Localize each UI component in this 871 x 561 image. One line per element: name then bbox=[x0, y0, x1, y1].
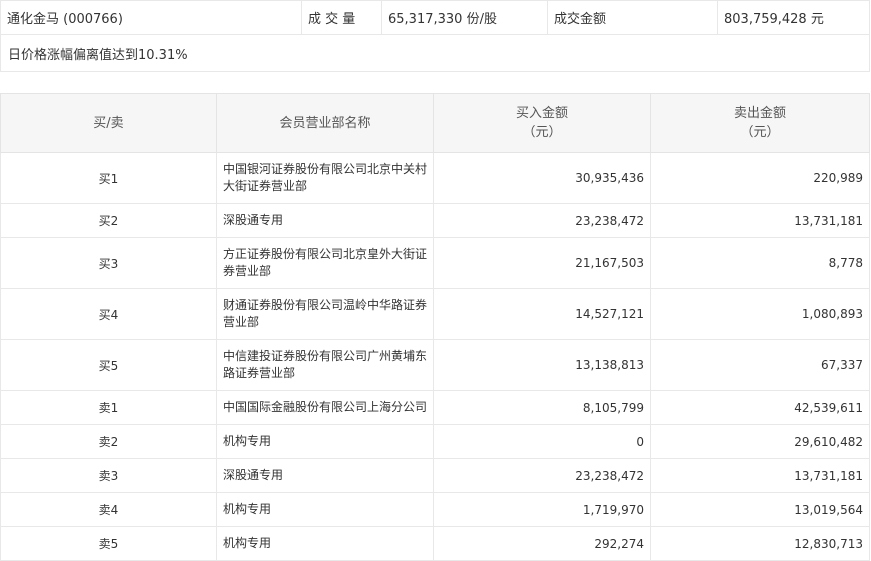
summary-table: 通化金马 (000766) 成 交 量 65,317,330 份/股 成交金额 … bbox=[0, 0, 870, 72]
table-row: 买1 中国银河证券股份有限公司北京中关村大街证券营业部 30,935,436 2… bbox=[0, 152, 870, 204]
table-row: 卖5 机构专用 292,274 12,830,713 bbox=[0, 526, 870, 561]
buy-amount-cell: 13,138,813 bbox=[433, 339, 651, 391]
header-sell-line1: 卖出金额 bbox=[733, 106, 786, 121]
buy-amount-cell: 14,527,121 bbox=[433, 288, 651, 340]
header-buy-line1: 买入金额 bbox=[515, 106, 568, 121]
buy-amount-cell: 292,274 bbox=[433, 526, 651, 561]
side-cell: 买3 bbox=[0, 237, 217, 289]
header-broker: 会员营业部名称 bbox=[216, 93, 434, 153]
sell-amount-cell: 12,830,713 bbox=[650, 526, 870, 561]
side-cell: 卖3 bbox=[0, 458, 217, 493]
buy-amount-cell: 1,719,970 bbox=[433, 492, 651, 527]
side-cell: 买5 bbox=[0, 339, 217, 391]
broker-cell: 财通证券股份有限公司温岭中华路证券营业部 bbox=[216, 288, 434, 340]
header-buy-amount: 买入金额 （元） bbox=[433, 93, 651, 153]
buy-amount-cell: 0 bbox=[433, 424, 651, 459]
table-header-row: 买/卖 会员营业部名称 买入金额 （元） 卖出金额 （元） bbox=[0, 93, 870, 153]
buy-amount-cell: 23,238,472 bbox=[433, 203, 651, 238]
header-side: 买/卖 bbox=[0, 93, 217, 153]
sell-amount-cell: 13,019,564 bbox=[650, 492, 870, 527]
table-row: 买5 中信建投证券股份有限公司广州黄埔东路证券营业部 13,138,813 67… bbox=[0, 339, 870, 391]
summary-row: 通化金马 (000766) 成 交 量 65,317,330 份/股 成交金额 … bbox=[0, 0, 870, 35]
table-row: 买2 深股通专用 23,238,472 13,731,181 bbox=[0, 203, 870, 238]
broker-cell: 方正证券股份有限公司北京皇外大街证券营业部 bbox=[216, 237, 434, 289]
buy-amount-cell: 21,167,503 bbox=[433, 237, 651, 289]
header-sell-line2: （元） bbox=[740, 125, 780, 140]
volume-value: 65,317,330 份/股 bbox=[381, 0, 548, 35]
header-buy-line2: （元） bbox=[522, 125, 562, 140]
broker-cell: 深股通专用 bbox=[216, 203, 434, 238]
header-sell-amount: 卖出金额 （元） bbox=[650, 93, 870, 153]
table-row: 卖1 中国国际金融股份有限公司上海分公司 8,105,799 42,539,61… bbox=[0, 390, 870, 425]
side-cell: 卖2 bbox=[0, 424, 217, 459]
broker-cell: 中国国际金融股份有限公司上海分公司 bbox=[216, 390, 434, 425]
volume-label: 成 交 量 bbox=[301, 0, 382, 35]
side-cell: 卖4 bbox=[0, 492, 217, 527]
sell-amount-cell: 220,989 bbox=[650, 152, 870, 204]
side-cell: 买4 bbox=[0, 288, 217, 340]
broker-trades-table: 买/卖 会员营业部名称 买入金额 （元） 卖出金额 （元） 买1 中国银河证券股… bbox=[0, 93, 870, 561]
sell-amount-cell: 29,610,482 bbox=[650, 424, 870, 459]
sell-amount-cell: 42,539,611 bbox=[650, 390, 870, 425]
broker-cell: 机构专用 bbox=[216, 424, 434, 459]
sell-amount-cell: 13,731,181 bbox=[650, 458, 870, 493]
amount-label: 成交金额 bbox=[547, 0, 718, 35]
sell-amount-cell: 67,337 bbox=[650, 339, 870, 391]
broker-cell: 机构专用 bbox=[216, 526, 434, 561]
sell-amount-cell: 8,778 bbox=[650, 237, 870, 289]
side-cell: 买1 bbox=[0, 152, 217, 204]
reason-row: 日价格涨幅偏离值达到10.31% bbox=[0, 34, 870, 72]
buy-amount-cell: 30,935,436 bbox=[433, 152, 651, 204]
side-cell: 卖1 bbox=[0, 390, 217, 425]
broker-cell: 中国银河证券股份有限公司北京中关村大街证券营业部 bbox=[216, 152, 434, 204]
stock-name: 通化金马 (000766) bbox=[0, 0, 302, 35]
amount-value: 803,759,428 元 bbox=[717, 0, 870, 35]
sell-amount-cell: 13,731,181 bbox=[650, 203, 870, 238]
table-row: 买4 财通证券股份有限公司温岭中华路证券营业部 14,527,121 1,080… bbox=[0, 288, 870, 340]
table-row: 卖4 机构专用 1,719,970 13,019,564 bbox=[0, 492, 870, 527]
broker-cell: 中信建投证券股份有限公司广州黄埔东路证券营业部 bbox=[216, 339, 434, 391]
side-cell: 卖5 bbox=[0, 526, 217, 561]
buy-amount-cell: 8,105,799 bbox=[433, 390, 651, 425]
buy-amount-cell: 23,238,472 bbox=[433, 458, 651, 493]
broker-cell: 机构专用 bbox=[216, 492, 434, 527]
table-row: 卖3 深股通专用 23,238,472 13,731,181 bbox=[0, 458, 870, 493]
sell-amount-cell: 1,080,893 bbox=[650, 288, 870, 340]
table-row: 卖2 机构专用 0 29,610,482 bbox=[0, 424, 870, 459]
table-row: 买3 方正证券股份有限公司北京皇外大街证券营业部 21,167,503 8,77… bbox=[0, 237, 870, 289]
side-cell: 买2 bbox=[0, 203, 217, 238]
broker-cell: 深股通专用 bbox=[216, 458, 434, 493]
reason-text: 日价格涨幅偏离值达到10.31% bbox=[0, 34, 870, 72]
